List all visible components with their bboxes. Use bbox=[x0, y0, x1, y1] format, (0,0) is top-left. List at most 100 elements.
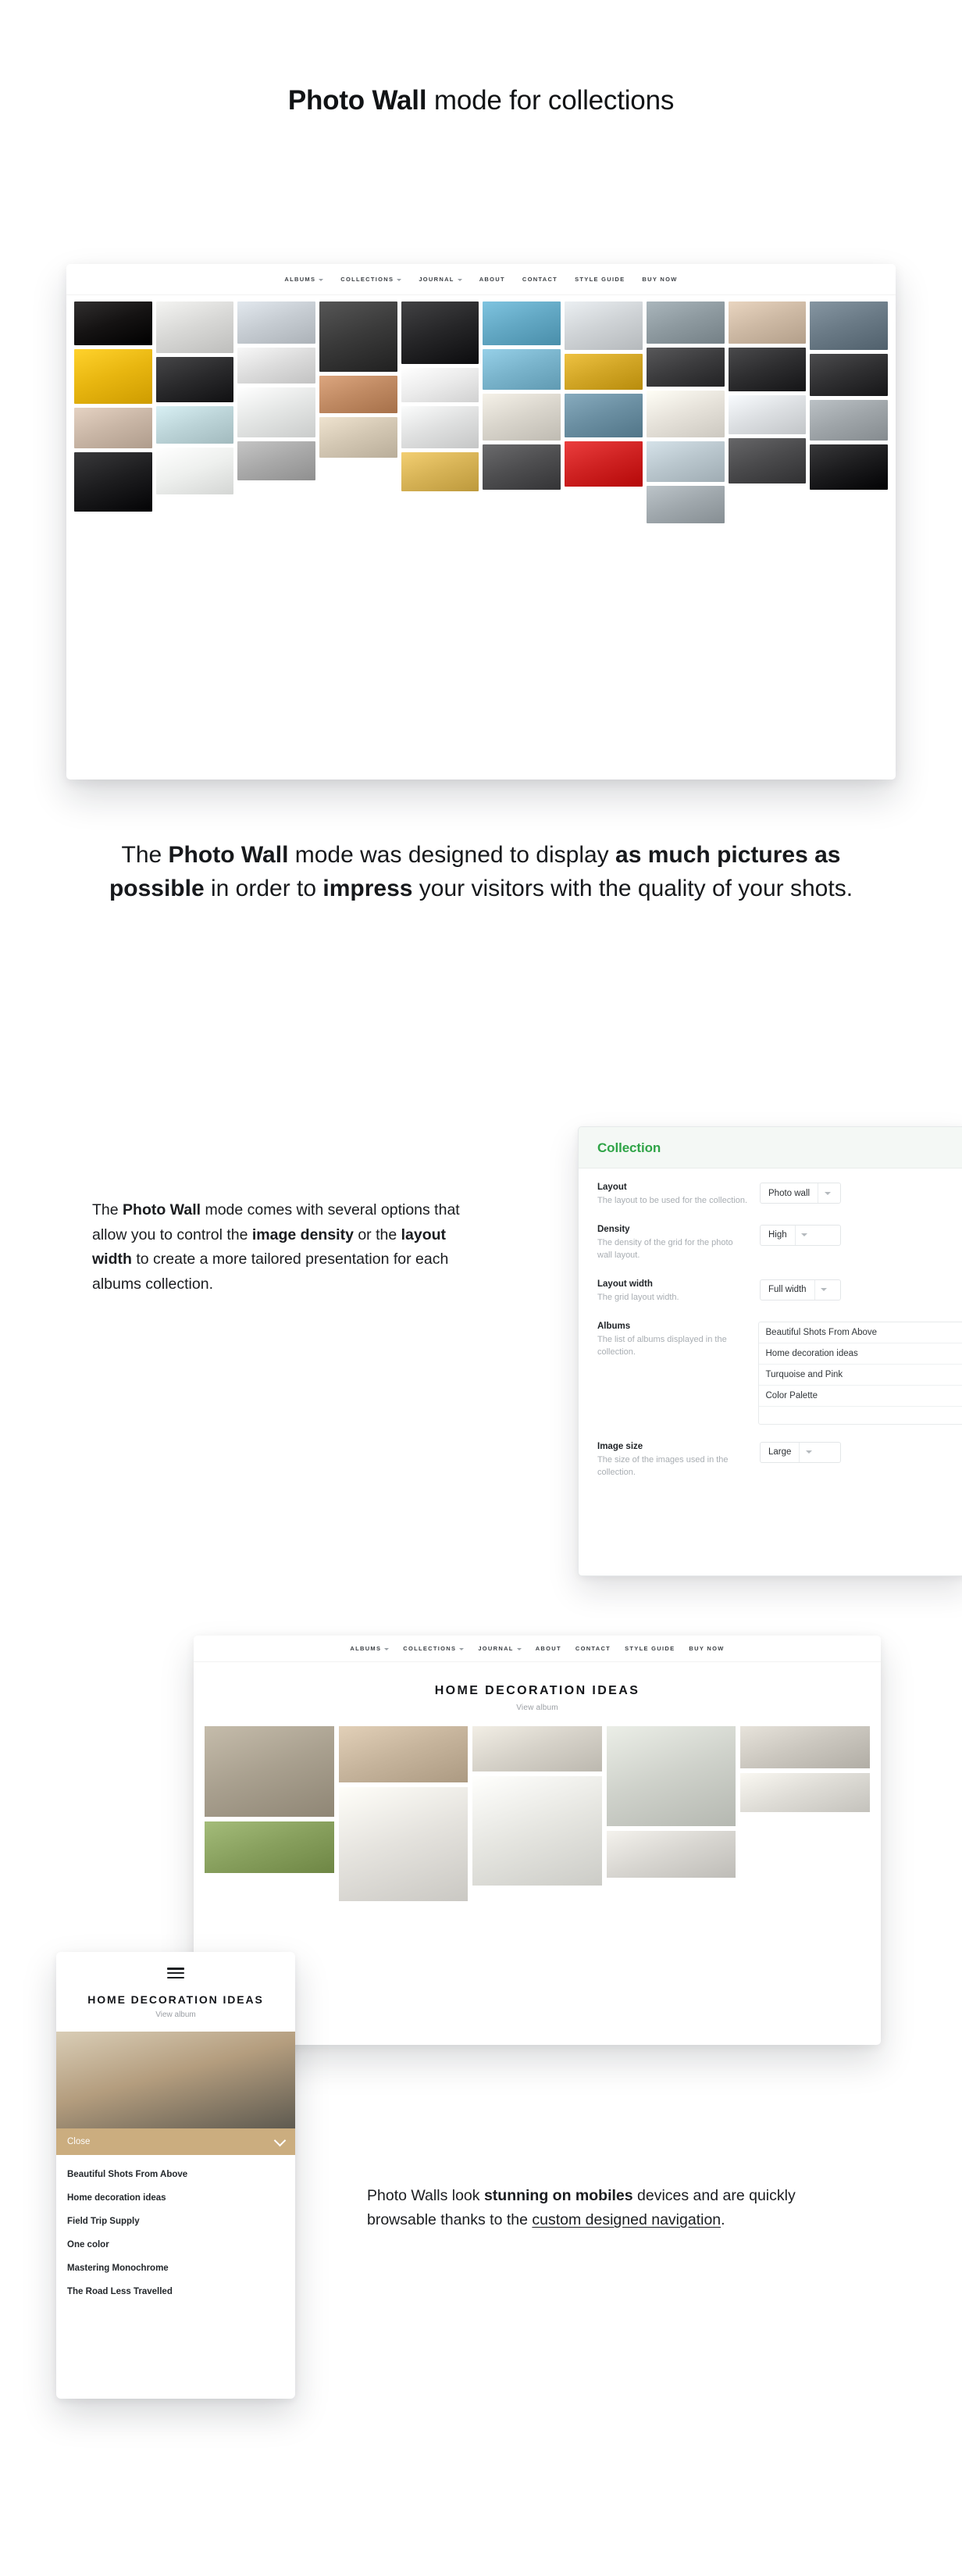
nav-item-journal[interactable]: JOURNAL bbox=[478, 1645, 521, 1652]
photo-tile[interactable] bbox=[74, 301, 152, 345]
photo-tile[interactable] bbox=[565, 394, 643, 437]
mobile-nav-item[interactable]: One color bbox=[56, 2233, 295, 2257]
album-list-item[interactable]: Home decoration ideas bbox=[759, 1343, 962, 1365]
photo-tile[interactable] bbox=[647, 301, 725, 344]
mobile-nav-item[interactable]: Field Trip Supply bbox=[56, 2210, 295, 2233]
setting-select-layout-width[interactable]: Full width bbox=[760, 1279, 841, 1300]
photo-tile[interactable] bbox=[237, 348, 315, 384]
mobile-nav-item[interactable]: The Road Less Travelled bbox=[56, 2280, 295, 2303]
photo-tile[interactable] bbox=[401, 406, 479, 448]
photo-tile[interactable] bbox=[319, 376, 397, 413]
nav-item-contact[interactable]: CONTACT bbox=[575, 1645, 611, 1652]
photo-tile[interactable] bbox=[205, 1726, 334, 1817]
photo-tile[interactable] bbox=[319, 301, 397, 372]
album-site-navigation[interactable]: ALBUMS COLLECTIONS JOURNAL ABOUT CONTACT STYL… bbox=[194, 1636, 881, 1662]
custom-navigation-link[interactable]: custom designed navigation bbox=[532, 2211, 721, 2228]
select-value: Photo wall bbox=[761, 1183, 818, 1203]
photo-tile[interactable] bbox=[740, 1773, 870, 1812]
nav-item-about[interactable]: ABOUT bbox=[536, 1645, 561, 1652]
photo-tile[interactable] bbox=[647, 391, 725, 437]
photo-tile[interactable] bbox=[156, 301, 234, 353]
photo-tile[interactable] bbox=[237, 301, 315, 344]
mobile-nav-item[interactable]: Beautiful Shots From Above bbox=[56, 2163, 295, 2186]
nav-item-contact[interactable]: CONTACT bbox=[522, 276, 558, 283]
photo-tile[interactable] bbox=[74, 452, 152, 512]
setting-name: Layout width bbox=[597, 1279, 747, 1289]
photo-tile[interactable] bbox=[647, 348, 725, 387]
nav-item-collections[interactable]: COLLECTIONS bbox=[403, 1645, 464, 1652]
album-subtitle[interactable]: View album bbox=[194, 1704, 881, 1712]
photo-tile[interactable] bbox=[729, 301, 807, 344]
photo-tile[interactable] bbox=[483, 301, 561, 345]
photo-tile[interactable] bbox=[339, 1726, 469, 1782]
chevron-down-icon bbox=[517, 1648, 522, 1650]
photo-tile[interactable] bbox=[607, 1726, 736, 1826]
photo-tile[interactable] bbox=[483, 394, 561, 441]
setting-description: The list of albums displayed in the coll… bbox=[597, 1334, 746, 1359]
album-list-item[interactable]: Turquoise and Pink bbox=[759, 1365, 962, 1386]
hamburger-menu-button[interactable] bbox=[56, 1952, 295, 1984]
photo-tile[interactable] bbox=[156, 357, 234, 402]
albums-list[interactable]: Beautiful Shots From AboveHome decoratio… bbox=[758, 1322, 962, 1425]
photo-tile[interactable] bbox=[401, 301, 479, 364]
mobile-nav-item[interactable]: Mastering Monochrome bbox=[56, 2257, 295, 2280]
nav-item-style-guide[interactable]: STYLE GUIDE bbox=[625, 1645, 675, 1652]
photo-tile[interactable] bbox=[729, 348, 807, 391]
setting-name: Layout bbox=[597, 1183, 747, 1192]
photo-tile[interactable] bbox=[565, 301, 643, 350]
photo-tile[interactable] bbox=[156, 448, 234, 494]
nav-item-label: STYLE GUIDE bbox=[625, 1645, 675, 1652]
collection-settings-panel: Collection LayoutThe layout to be used f… bbox=[578, 1126, 962, 1576]
photo-tile[interactable] bbox=[237, 387, 315, 437]
photo-tile[interactable] bbox=[156, 406, 234, 444]
album-list-item[interactable]: Color Palette bbox=[759, 1386, 962, 1407]
nav-item-style-guide[interactable]: STYLE GUIDE bbox=[575, 276, 625, 283]
nav-item-label: BUY NOW bbox=[689, 1645, 724, 1652]
nav-item-label: CONTACT bbox=[522, 276, 558, 283]
nav-item-about[interactable]: ABOUT bbox=[479, 276, 505, 283]
photo-tile[interactable] bbox=[810, 400, 888, 441]
photo-tile[interactable] bbox=[74, 349, 152, 404]
lead-bold-3: impress bbox=[322, 876, 412, 901]
photo-tile[interactable] bbox=[401, 368, 479, 402]
setting-select-density[interactable]: High bbox=[760, 1225, 841, 1246]
site-navigation[interactable]: ALBUMS COLLECTIONS JOURNAL ABOUT CONTACT STYL… bbox=[66, 264, 896, 295]
photo-tile[interactable] bbox=[565, 441, 643, 487]
photo-tile[interactable] bbox=[740, 1726, 870, 1768]
photo-tile[interactable] bbox=[647, 486, 725, 523]
photo-tile[interactable] bbox=[729, 438, 807, 483]
photo-tile[interactable] bbox=[647, 441, 725, 482]
photo-tile[interactable] bbox=[810, 301, 888, 350]
photo-tile[interactable] bbox=[565, 354, 643, 390]
nav-item-albums[interactable]: ALBUMS bbox=[350, 1645, 389, 1652]
photo-tile[interactable] bbox=[205, 1821, 334, 1873]
photo-tile[interactable] bbox=[74, 408, 152, 448]
mobile-nav-item[interactable]: Home decoration ideas bbox=[56, 2186, 295, 2210]
photo-tile[interactable] bbox=[729, 395, 807, 434]
photo-tile[interactable] bbox=[483, 349, 561, 390]
photo-tile[interactable] bbox=[237, 441, 315, 480]
photo-tile[interactable] bbox=[483, 444, 561, 490]
select-value: Full width bbox=[761, 1280, 814, 1300]
mobile-album-subtitle[interactable]: View album bbox=[56, 2010, 295, 2019]
nav-item-buy-now[interactable]: BUY NOW bbox=[689, 1645, 724, 1652]
photo-tile[interactable] bbox=[607, 1831, 736, 1878]
photo-tile[interactable] bbox=[339, 1787, 469, 1901]
photo-tile[interactable] bbox=[472, 1776, 602, 1886]
nav-item-buy-now[interactable]: BUY NOW bbox=[642, 276, 677, 283]
photo-tile[interactable] bbox=[472, 1726, 602, 1771]
nav-item-collections[interactable]: COLLECTIONS bbox=[340, 276, 401, 283]
photo-tile[interactable] bbox=[401, 452, 479, 491]
chevron-down-icon bbox=[319, 279, 323, 281]
photo-tile[interactable] bbox=[810, 444, 888, 490]
setting-select-image-size[interactable]: Large bbox=[760, 1442, 841, 1463]
lead-text-1: The bbox=[122, 842, 169, 868]
nav-item-albums[interactable]: ALBUMS bbox=[284, 276, 323, 283]
nav-item-journal[interactable]: JOURNAL bbox=[419, 276, 461, 283]
setting-select-layout[interactable]: Photo wall bbox=[760, 1183, 841, 1204]
album-list-item[interactable]: Beautiful Shots From Above bbox=[759, 1322, 962, 1343]
photo-tile[interactable] bbox=[319, 417, 397, 458]
mobile-nav-close-bar[interactable]: Close bbox=[56, 2128, 295, 2155]
chevron-down-icon bbox=[459, 1648, 464, 1650]
photo-tile[interactable] bbox=[810, 354, 888, 396]
